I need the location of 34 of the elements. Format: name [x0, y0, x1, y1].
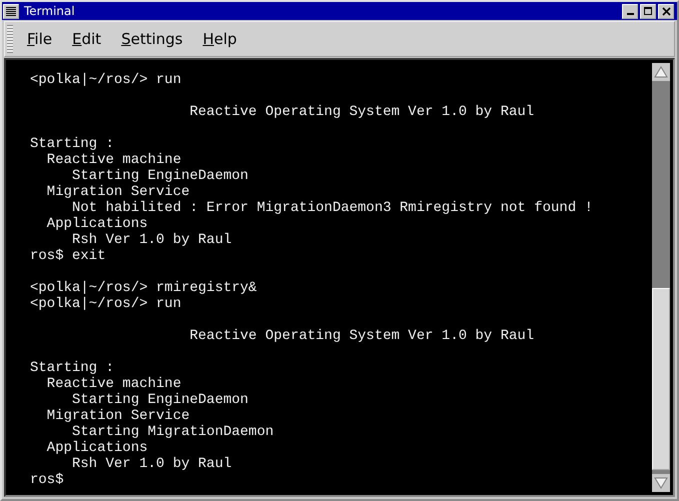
- scrollbar[interactable]: [651, 62, 671, 493]
- terminal-line: <polka|~/ros/> run: [30, 72, 182, 88]
- terminal-line: Starting EngineDaemon: [71, 392, 248, 408]
- menu-item[interactable]: Edit: [64, 28, 110, 50]
- terminal-line: Applications: [46, 216, 148, 232]
- terminal-line: Migration Service: [46, 408, 190, 424]
- window-title: Terminal: [23, 4, 76, 18]
- terminal-line: Starting :: [30, 360, 114, 376]
- menu-item[interactable]: File: [19, 28, 60, 50]
- close-button[interactable]: [658, 4, 674, 18]
- terminal-line: Rsh Ver 1.0 by Raul: [71, 232, 232, 248]
- terminal-line: Starting MigrationDaemon: [71, 424, 274, 440]
- menu-item[interactable]: Help: [194, 28, 245, 50]
- terminal-line: Migration Service: [46, 184, 190, 200]
- minimize-button[interactable]: [622, 4, 638, 18]
- terminal-line: Starting :: [30, 136, 114, 152]
- terminal-line: Reactive machine: [46, 152, 182, 168]
- terminal-line: <polka|~/ros/> run: [30, 296, 182, 312]
- menu-item[interactable]: Settings: [113, 28, 191, 50]
- window-menu-icon[interactable]: [3, 4, 19, 18]
- terminal-line: Starting EngineDaemon: [71, 168, 248, 184]
- terminal-line: <polka|~/ros/> rmiregistry&: [30, 280, 257, 296]
- terminal-line: Not habilited : Error MigrationDaemon3 Rmiregistry not found !: [71, 200, 593, 216]
- scrollbar-thumb[interactable]: [652, 288, 670, 470]
- maximize-button[interactable]: [640, 4, 656, 18]
- close-icon: [662, 6, 670, 16]
- terminal-line: Applications: [46, 440, 148, 456]
- terminal-line: ros$ exit: [30, 248, 106, 264]
- terminal-line: Rsh Ver 1.0 by Raul: [71, 456, 232, 472]
- terminal-line: Reactive Operating System Ver 1.0 by Raul: [188, 328, 534, 344]
- terminal-line: Reactive Operating System Ver 1.0 by Raul: [188, 104, 534, 120]
- grip-handle[interactable]: [7, 25, 13, 53]
- terminal-line: Reactive machine: [46, 376, 182, 392]
- terminal-line: ros$: [30, 472, 64, 488]
